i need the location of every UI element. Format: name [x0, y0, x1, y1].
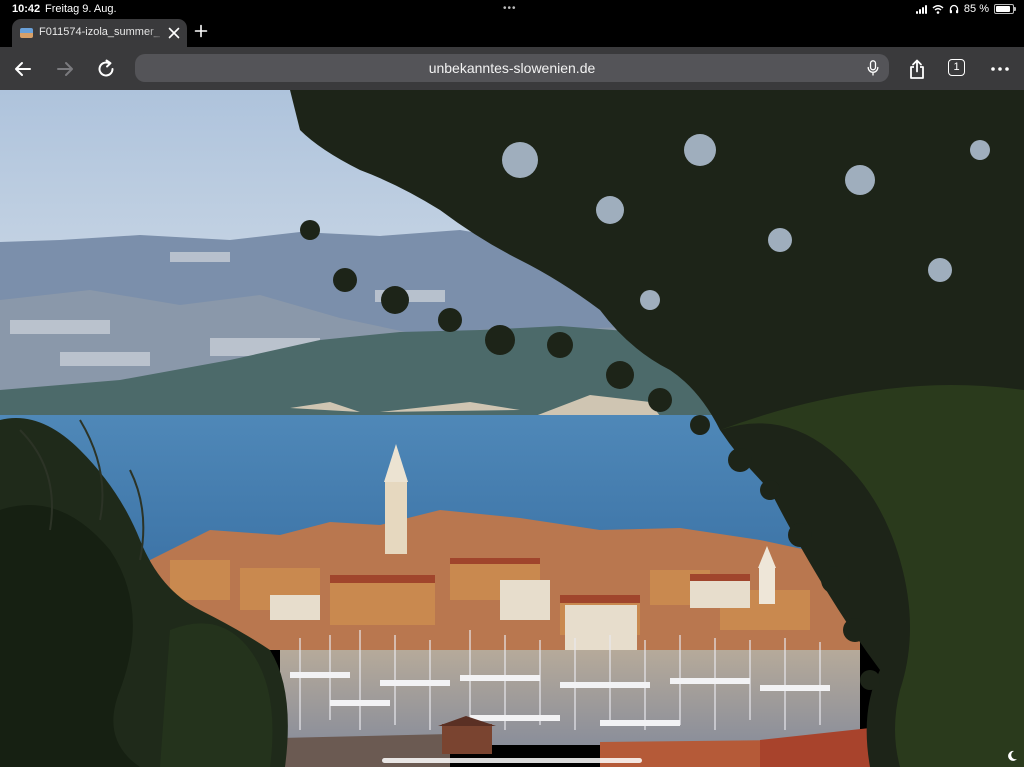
favicon-icon [20, 28, 33, 38]
tab-bar: F011574-izola_summer_ [0, 18, 1024, 47]
reload-icon[interactable] [95, 58, 117, 80]
tab-title: F011574-izola_summer_ [39, 26, 160, 38]
status-time: 10:42 [12, 3, 41, 15]
headphones-icon [949, 4, 959, 14]
tabs-icon[interactable]: 1 [948, 59, 965, 76]
browser-window: 10:42 Freitag 9. Aug. ••• 85 % F011574-i… [0, 0, 1024, 767]
arrow-right-icon[interactable] [54, 58, 76, 80]
share-icon[interactable] [906, 58, 928, 80]
battery-level-fill [996, 6, 1010, 12]
home-indicator[interactable] [382, 758, 642, 763]
web-content[interactable] [0, 90, 1024, 767]
plus-icon[interactable] [194, 24, 208, 38]
address-bar[interactable]: unbekanntes-slowenien.de [135, 54, 889, 82]
wifi-icon [932, 5, 944, 14]
status-bar: 10:42 Freitag 9. Aug. ••• 85 % [0, 0, 1024, 18]
battery-icon [994, 4, 1016, 14]
close-icon[interactable] [167, 26, 181, 40]
battery-percent: 85 % [963, 3, 989, 15]
izola-photo [0, 90, 1024, 767]
multitasking-dots[interactable]: ••• [503, 3, 517, 14]
signal-icon [915, 4, 927, 14]
status-indicators: 85 % [915, 2, 1016, 16]
url-text[interactable]: unbekanntes-slowenien.de [135, 54, 889, 82]
more-icon[interactable] [989, 58, 1011, 80]
tab-izola-summer[interactable]: F011574-izola_summer_ [12, 19, 187, 47]
browser-toolbar: unbekanntes-slowenien.de 1 [0, 47, 1024, 90]
moon-icon [1008, 750, 1017, 761]
microphone-icon[interactable] [867, 60, 879, 76]
status-date: Freitag 9. Aug. [45, 3, 117, 15]
arrow-left-icon[interactable] [12, 58, 34, 80]
